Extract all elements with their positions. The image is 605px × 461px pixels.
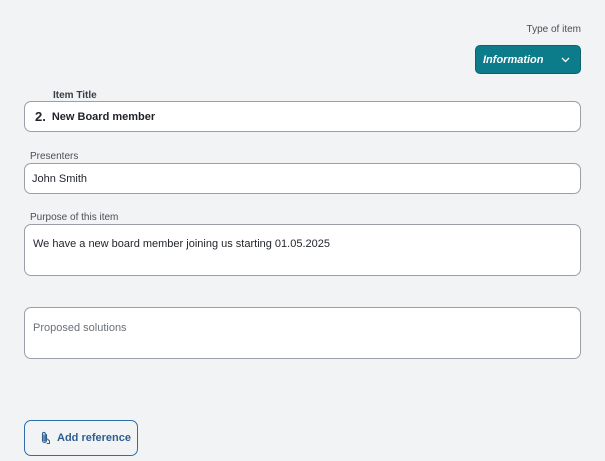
presenters-value: John Smith <box>32 172 88 185</box>
proposed-solutions-field[interactable]: Proposed solutions <box>24 307 581 359</box>
type-of-item-value: Information <box>483 53 544 66</box>
proposed-solutions-placeholder: Proposed solutions <box>33 322 127 334</box>
type-of-item-label: Type of item <box>526 24 581 35</box>
chevron-down-icon <box>561 57 570 63</box>
add-reference-button[interactable]: Add reference <box>24 420 138 456</box>
presenters-field[interactable]: John Smith <box>24 163 581 194</box>
item-number: 2. <box>35 109 46 124</box>
purpose-value: We have a new board member joining us st… <box>33 238 330 250</box>
type-of-item-select[interactable]: Information <box>475 45 581 74</box>
presenters-label: Presenters <box>30 151 79 162</box>
paperclip-icon <box>39 431 51 445</box>
add-reference-label: Add reference <box>57 432 131 444</box>
purpose-label: Purpose of this item <box>30 212 119 223</box>
item-title-field[interactable]: 2. New Board member <box>24 101 581 132</box>
item-title-value: New Board member <box>51 110 156 123</box>
purpose-field[interactable]: We have a new board member joining us st… <box>24 224 581 276</box>
item-title-label: Item Title <box>53 90 97 101</box>
